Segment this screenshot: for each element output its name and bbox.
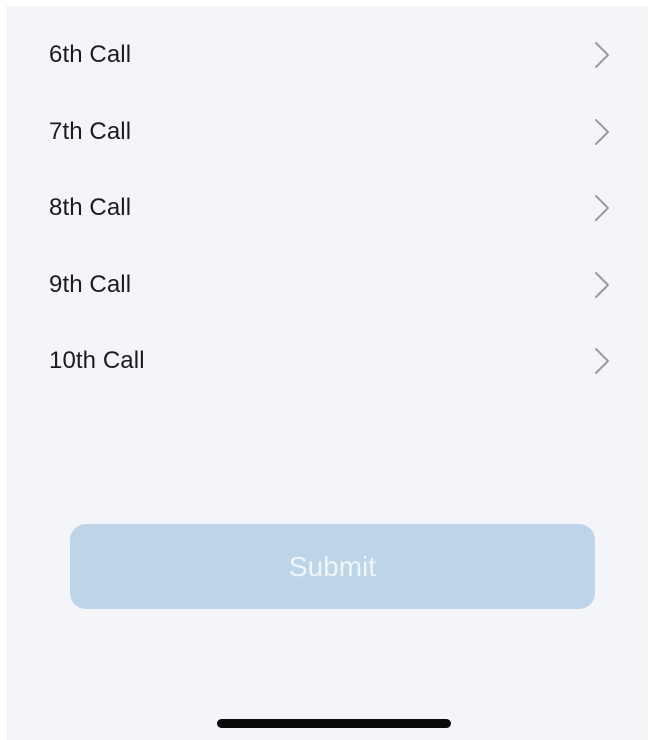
chevron-right-icon — [594, 41, 610, 69]
call-list: 6th Call 7th Call 8th Call 9th Call 10th… — [6, 24, 648, 407]
list-item-label: 9th Call — [49, 270, 132, 298]
list-item-10th-call[interactable]: 10th Call — [6, 330, 648, 407]
list-item-8th-call[interactable]: 8th Call — [6, 177, 648, 254]
call-list-screen: 6th Call 7th Call 8th Call 9th Call 10th… — [0, 0, 654, 740]
list-item-label: 6th Call — [49, 41, 132, 69]
list-item-9th-call[interactable]: 9th Call — [6, 254, 648, 331]
chevron-right-icon — [594, 118, 610, 146]
list-item-label: 8th Call — [49, 194, 132, 222]
submit-button[interactable]: Submit — [70, 524, 595, 609]
list-item-7th-call[interactable]: 7th Call — [6, 101, 648, 178]
list-item-6th-call[interactable]: 6th Call — [6, 24, 648, 101]
list-item-label: 7th Call — [49, 117, 132, 145]
home-indicator[interactable] — [217, 719, 451, 728]
list-item-label: 10th Call — [49, 347, 145, 375]
chevron-right-icon — [594, 194, 610, 222]
chevron-right-icon — [594, 271, 610, 299]
chevron-right-icon — [594, 347, 610, 375]
